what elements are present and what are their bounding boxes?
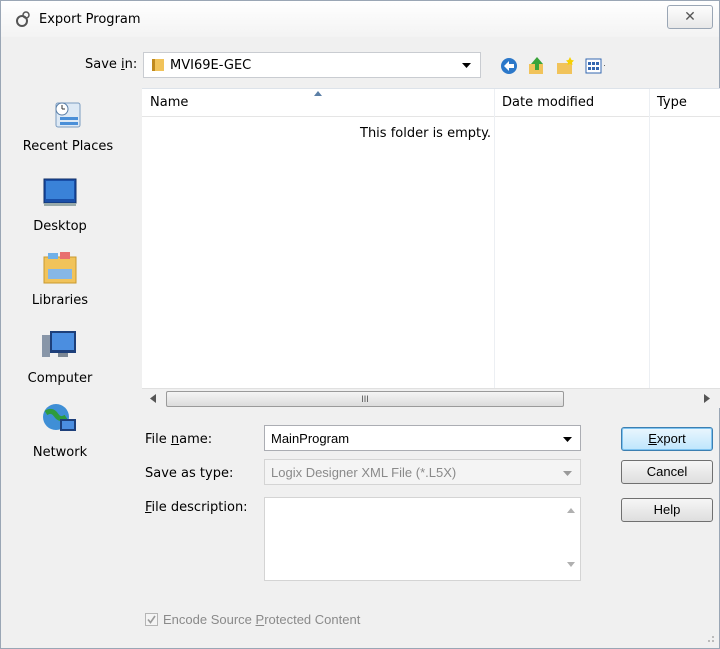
network-icon [38, 401, 82, 441]
column-header-type[interactable]: Type [649, 89, 720, 117]
computer-icon [38, 327, 82, 367]
column-header-date-modified[interactable]: Date modified [494, 89, 649, 117]
scroll-down-icon[interactable] [567, 562, 575, 567]
file-name-value: MainProgram [271, 431, 350, 446]
close-button[interactable]: ✕ [667, 5, 713, 29]
file-description-textarea[interactable] [264, 497, 581, 581]
chevron-down-icon [563, 471, 572, 476]
column-divider [649, 89, 650, 389]
encode-protected-label: Encode Source Protected Content [163, 612, 361, 627]
empty-folder-message: This folder is empty. [360, 126, 492, 141]
encode-protected-checkbox[interactable] [145, 613, 158, 626]
scroll-left-icon[interactable] [150, 394, 156, 403]
resize-grip-icon[interactable] [703, 631, 715, 643]
chevron-down-icon [563, 437, 572, 442]
cancel-button[interactable]: Cancel [621, 460, 713, 484]
scroll-right-icon[interactable] [704, 394, 710, 403]
save-in-dropdown[interactable]: MVI69E-GEC [143, 52, 481, 78]
scrollbar-thumb[interactable]: III [166, 391, 564, 407]
scroll-up-icon[interactable] [567, 508, 575, 513]
column-header-name[interactable]: Name [142, 89, 494, 117]
window-title: Export Program [39, 12, 141, 27]
column-divider [494, 89, 495, 389]
export-program-dialog: Export Program ✕ Save in: MVI69E-GEC Rec… [0, 0, 720, 649]
sidebar-item-desktop[interactable]: Desktop [5, 175, 115, 234]
view-menu-icon[interactable] [585, 56, 605, 76]
save-as-type-label: Save as type: [145, 466, 234, 481]
desktop-icon [38, 175, 82, 215]
sidebar-item-recent-places[interactable]: Recent Places [13, 95, 123, 154]
libraries-icon [38, 249, 82, 289]
export-button[interactable]: Export [621, 427, 713, 451]
back-icon[interactable] [499, 56, 519, 76]
sidebar-item-computer[interactable]: Computer [5, 327, 115, 386]
horizontal-scrollbar[interactable]: III [142, 388, 720, 408]
up-folder-icon[interactable] [527, 56, 547, 76]
sidebar-item-network[interactable]: Network [5, 401, 115, 460]
chevron-down-icon [462, 63, 471, 68]
sidebar-item-libraries[interactable]: Libraries [5, 249, 115, 308]
file-list[interactable]: Name Date modified Type This folder is e… [142, 88, 720, 389]
folder-icon [152, 59, 164, 71]
program-icon [16, 11, 30, 27]
save-in-label: Save in: [85, 57, 138, 72]
places-sidebar: Recent Places Desktop Libraries Computer… [11, 89, 135, 469]
save-in-value: MVI69E-GEC [170, 58, 252, 73]
save-as-type-dropdown[interactable]: Logix Designer XML File (*.L5X) [264, 459, 581, 485]
close-icon: ✕ [684, 8, 696, 24]
title-bar: Export Program ✕ [1, 1, 719, 37]
recent-places-icon [46, 95, 90, 135]
sort-ascending-icon [314, 91, 322, 96]
file-name-combobox[interactable]: MainProgram [264, 425, 581, 451]
help-button[interactable]: Help [621, 498, 713, 522]
vertical-scrollbar[interactable] [561, 498, 580, 580]
new-folder-icon[interactable] [555, 56, 575, 76]
save-as-type-value: Logix Designer XML File (*.L5X) [271, 465, 457, 480]
file-description-label: File description: [145, 500, 248, 515]
file-name-label: File name: [145, 432, 213, 447]
